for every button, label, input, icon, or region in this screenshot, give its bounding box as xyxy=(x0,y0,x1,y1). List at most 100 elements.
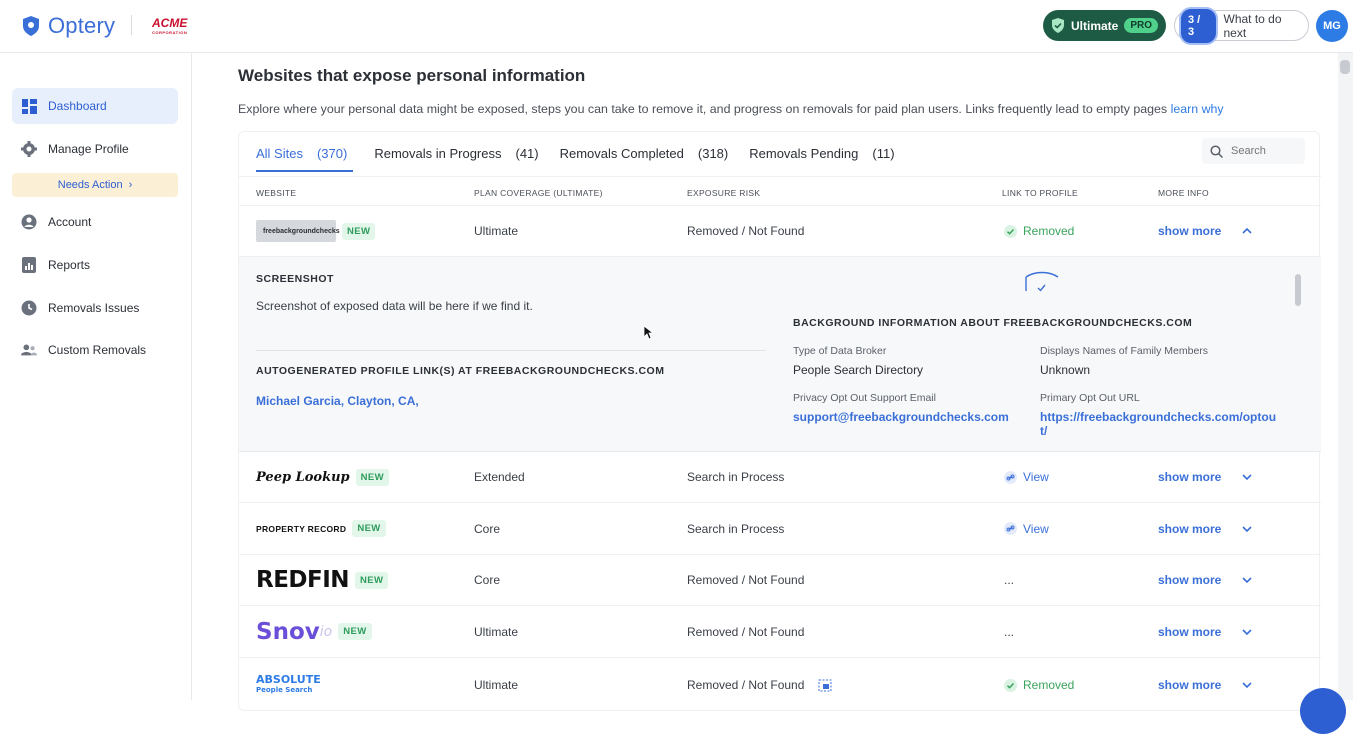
sidebar-item-manage-profile[interactable]: Manage Profile xyxy=(12,131,178,167)
pro-badge: PRO xyxy=(1124,18,1158,33)
chevron-up-icon xyxy=(1242,227,1252,234)
show-more-button[interactable]: show more xyxy=(1158,224,1253,238)
profile-links-title: Autogenerated Profile Link(s) at freebac… xyxy=(256,365,665,377)
check-circle-icon xyxy=(1004,224,1017,238)
risk-cell: Search in Process xyxy=(687,521,785,536)
show-more-button[interactable]: show more xyxy=(1158,522,1253,536)
site-logo-property-record: PROPERTY RECORD xyxy=(256,523,347,534)
email-label: Privacy Opt Out Support Email xyxy=(793,392,936,404)
page-scroll-thumb[interactable] xyxy=(1340,60,1350,74)
search-input[interactable] xyxy=(1231,145,1295,157)
screenshot-text: Screenshot of exposed data will be here … xyxy=(256,299,533,313)
new-badge: NEW xyxy=(355,468,389,486)
sites-table-card: All Sites (370) Removals in Progress (41) … xyxy=(238,131,1321,712)
link-cell: Removed xyxy=(1004,224,1074,238)
avatar[interactable]: MG xyxy=(1316,10,1348,42)
link-icon xyxy=(1004,522,1017,535)
progress-count: 3 / 3 xyxy=(1179,6,1218,45)
user-icon xyxy=(21,214,37,230)
sidebar-item-dashboard[interactable]: Dashboard xyxy=(12,88,178,124)
new-badge: NEW xyxy=(338,623,372,640)
new-badge: NEW xyxy=(342,222,376,240)
table-row[interactable]: PROPERTY RECORD NEW Core Search in Proce… xyxy=(239,503,1321,555)
sidebar-item-label: Removals Issues xyxy=(48,301,140,315)
show-more-button[interactable]: show more xyxy=(1158,573,1253,587)
screenshot-title: Screenshot xyxy=(256,273,334,285)
table-header: Website Plan Coverage (Ultimate) Exposur… xyxy=(239,176,1321,206)
sidebar-item-label: Custom Removals xyxy=(48,343,147,357)
table-row[interactable]: Snov io NEW Ultimate Removed / Not Found … xyxy=(239,606,1321,658)
details-scrollbar[interactable] xyxy=(1295,274,1301,306)
page-scrollbar[interactable] xyxy=(1338,53,1353,700)
tab-removals-pending[interactable]: Removals Pending (11) xyxy=(749,146,894,172)
site-logo-redfin: REDFIN xyxy=(256,567,350,593)
plan-cell: Core xyxy=(474,521,501,536)
type-value: People Search Directory xyxy=(793,363,924,377)
sidebar-item-custom-removals[interactable]: Custom Removals xyxy=(12,332,178,368)
divider xyxy=(256,350,766,351)
sidebar-item-removals-issues[interactable]: Removals Issues xyxy=(12,290,178,326)
plan-label: Ultimate xyxy=(1070,18,1119,33)
tab-removals-completed[interactable]: Removals Completed (318) xyxy=(560,146,729,172)
view-link[interactable]: View xyxy=(1004,522,1049,536)
next-label: What to do next xyxy=(1223,11,1282,40)
site-logo-freebackgroundchecks: freebackgroundchecks xyxy=(256,220,340,242)
search-box[interactable] xyxy=(1202,138,1305,164)
plan-badge-button[interactable]: Ultimate PRO xyxy=(1043,10,1166,41)
sidebar-item-reports[interactable]: Reports xyxy=(12,247,178,283)
new-badge: NEW xyxy=(355,571,389,589)
table-row[interactable]: Peep Lookup NEW Extended Search in Proce… xyxy=(239,452,1321,503)
table-row[interactable]: freebackgroundchecks NEW Ultimate Remove… xyxy=(239,206,1321,257)
search-icon xyxy=(1210,144,1223,158)
show-more-button[interactable]: show more xyxy=(1158,625,1253,639)
users-icon xyxy=(21,342,37,358)
column-header-more: More Info xyxy=(1158,188,1209,198)
sidebar-item-label: Reports xyxy=(48,258,91,272)
chevron-right-icon: › xyxy=(128,179,133,191)
show-more-button[interactable]: show more xyxy=(1158,470,1253,484)
table-row[interactable]: ABSOLUTE People Search Ultimate Removed /… xyxy=(239,658,1321,712)
website-cell: ABSOLUTE People Search xyxy=(256,674,321,695)
partner-logo: ACME CORPORATION xyxy=(152,16,188,35)
screenshot-icon[interactable] xyxy=(818,679,832,692)
website-cell: PROPERTY RECORD NEW xyxy=(256,518,386,540)
optery-logo[interactable]: Optery xyxy=(22,13,115,39)
link-status: Removed xyxy=(1023,678,1075,692)
link-icon xyxy=(1004,470,1017,484)
url-label: Primary Opt Out URL xyxy=(1040,392,1140,404)
gear-icon xyxy=(21,141,37,157)
opt-out-url-link[interactable]: https://freebackgroundchecks.com/optou t/ xyxy=(1040,410,1276,438)
view-link[interactable]: View xyxy=(1004,470,1049,484)
tabs: All Sites (370) Removals in Progress (41) … xyxy=(256,146,916,172)
link-cell: Removed xyxy=(1004,678,1074,692)
report-icon xyxy=(21,257,37,273)
website-cell: Snov io NEW xyxy=(256,618,372,645)
clock-icon xyxy=(21,300,37,316)
shield-logo-icon xyxy=(23,16,39,36)
expanded-details: Screenshot Screenshot of exposed data wi… xyxy=(239,257,1321,452)
chat-button[interactable] xyxy=(1300,688,1346,734)
table-row[interactable]: REDFIN NEW Core Removed / Not Found ... … xyxy=(239,555,1321,606)
column-header-risk: Exposure Risk xyxy=(687,188,761,198)
shield-check-icon xyxy=(1051,18,1064,33)
needs-action-label: Needs Action xyxy=(57,179,123,191)
chevron-down-icon xyxy=(1242,628,1252,635)
column-header-plan: Plan Coverage (Ultimate) xyxy=(474,188,603,198)
dashboard-icon xyxy=(21,98,37,114)
show-more-button[interactable]: show more xyxy=(1158,678,1253,692)
family-label: Displays Names of Family Members xyxy=(1040,345,1209,357)
needs-action-button[interactable]: Needs Action › xyxy=(12,173,178,197)
profile-link[interactable]: Michael Garcia, Clayton, CA, xyxy=(256,394,419,408)
website-cell: Peep Lookup NEW xyxy=(256,466,389,488)
what-to-do-next-button[interactable]: 3 / 3 What to do next xyxy=(1174,6,1309,45)
risk-cell: Removed / Not Found xyxy=(687,224,805,238)
tab-all-sites[interactable]: All Sites (370) xyxy=(256,146,354,172)
learn-why-link[interactable]: learn why xyxy=(1171,102,1224,116)
link-cell: ... xyxy=(1004,624,1015,639)
site-logo-snov: Snov io xyxy=(256,618,333,645)
family-value: Unknown xyxy=(1040,363,1091,377)
tab-removals-in-progress[interactable]: Removals in Progress (41) xyxy=(374,146,538,172)
sidebar-item-account[interactable]: Account xyxy=(12,204,178,240)
email-link[interactable]: support@freebackgroundchecks.com xyxy=(793,410,1009,424)
plan-cell: Core xyxy=(474,573,501,587)
